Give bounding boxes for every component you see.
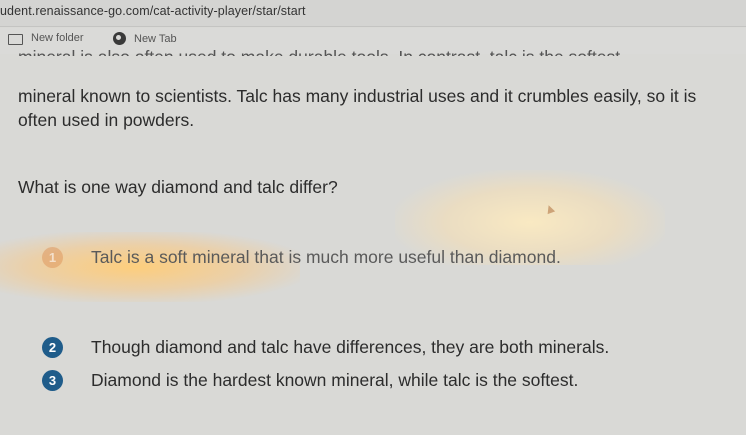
answer-option-3[interactable]: 3 Diamond is the hardest known mineral, … bbox=[42, 370, 578, 391]
question-text: What is one way diamond and talc differ? bbox=[18, 177, 338, 197]
activity-content: mineral is also often used to make durab… bbox=[0, 0, 746, 435]
option-text: Diamond is the hardest known mineral, wh… bbox=[91, 370, 579, 390]
passage-text: mineral known to scientists. Talc has ma… bbox=[18, 86, 697, 130]
answer-option-2[interactable]: 2 Though diamond and talc have differenc… bbox=[42, 337, 609, 358]
answer-option-1[interactable]: 1 Talc is a soft mineral that is much mo… bbox=[42, 247, 561, 268]
passage-partial-line: mineral is also often used to make durab… bbox=[18, 42, 738, 56]
option-text: Talc is a soft mineral that is much more… bbox=[91, 247, 561, 267]
option-number-badge: 2 bbox=[42, 337, 63, 358]
option-number-badge: 3 bbox=[42, 370, 63, 391]
option-text: Though diamond and talc have differences… bbox=[91, 337, 610, 357]
option-number-badge: 1 bbox=[42, 247, 63, 268]
